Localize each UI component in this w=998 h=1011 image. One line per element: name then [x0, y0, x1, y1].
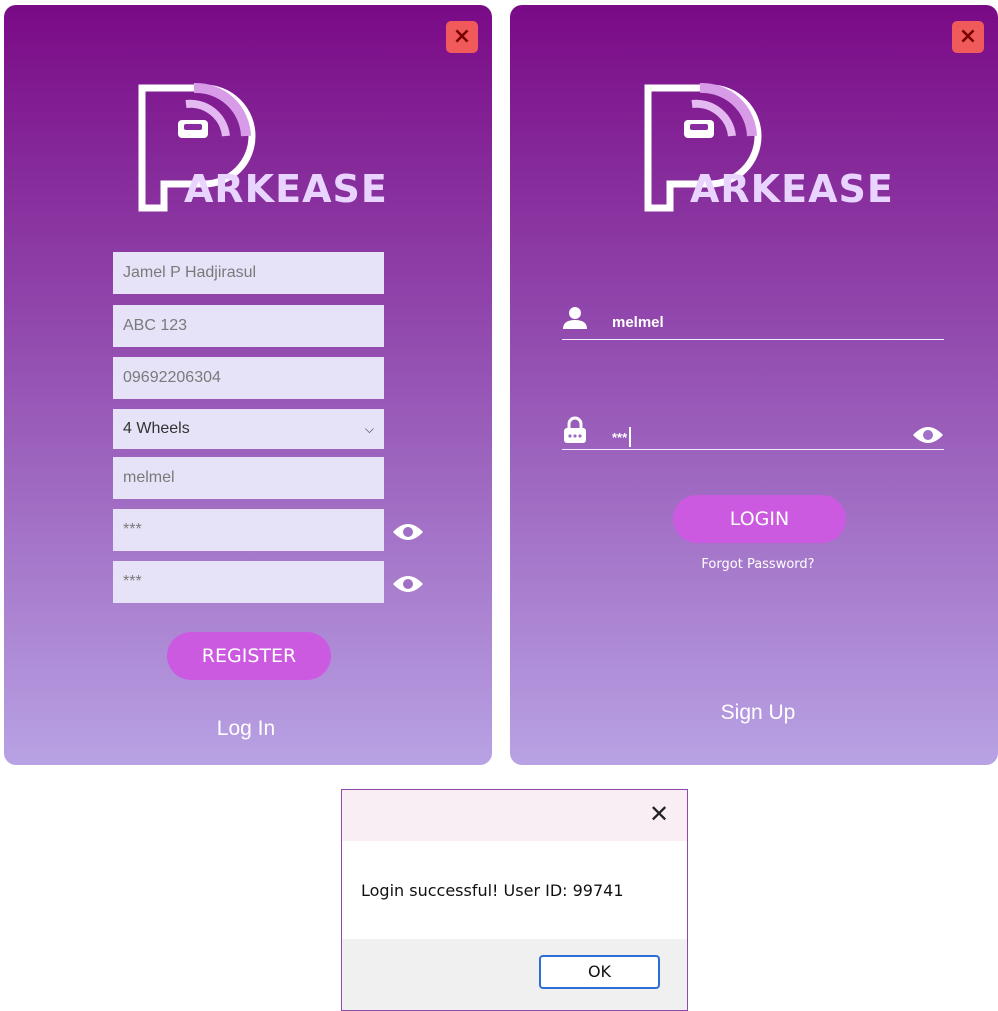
chevron-down-icon: ⌵	[364, 421, 374, 436]
eye-icon[interactable]	[392, 574, 424, 594]
parkease-logo: ARKEASE	[640, 80, 893, 220]
message-dialog: ✕ Login successful! User ID: 99741 OK	[341, 789, 688, 1011]
dialog-titlebar: ✕	[342, 790, 687, 841]
confirm-password-field[interactable]: ***	[113, 561, 384, 603]
vehicle-type-value: 4 Wheels	[123, 420, 190, 437]
ok-button[interactable]: OK	[539, 955, 660, 989]
password-mask: ***	[612, 430, 628, 445]
register-panel: × ARKEASE Jamel P Hadjirasul ABC 123 096…	[4, 5, 492, 765]
register-username-field[interactable]: melmel	[113, 457, 384, 499]
user-icon	[563, 307, 587, 329]
dialog-message: Login successful! User ID: 99741	[361, 881, 624, 900]
login-username-input[interactable]: melmel	[562, 303, 944, 340]
plate-number-field[interactable]: ABC 123	[113, 305, 384, 347]
login-link[interactable]: Log In	[146, 718, 346, 739]
login-username-value: melmel	[612, 314, 664, 331]
login-close-button[interactable]: ×	[952, 21, 984, 53]
forgot-password-link[interactable]: Forgot Password?	[658, 558, 858, 571]
lock-icon	[564, 416, 586, 443]
logo-wordmark: ARKEASE	[184, 167, 388, 211]
register-password-field[interactable]: ***	[113, 509, 384, 551]
login-panel: × ARKEASE melmel *** LOGIN Forgot Passwo…	[510, 5, 998, 765]
login-password-input[interactable]: ***	[562, 411, 944, 450]
eye-icon[interactable]	[392, 522, 424, 542]
register-close-button[interactable]: ×	[446, 21, 478, 53]
login-password-value: ***	[612, 427, 632, 447]
signup-link[interactable]: Sign Up	[658, 702, 858, 723]
phone-number-field[interactable]: 09692206304	[113, 357, 384, 399]
login-button[interactable]: LOGIN	[673, 495, 846, 543]
text-caret	[629, 427, 632, 447]
dialog-close-button[interactable]: ✕	[647, 802, 671, 826]
dialog-footer: OK	[342, 939, 687, 1010]
parkease-logo: ARKEASE	[134, 80, 387, 220]
eye-icon[interactable]	[912, 425, 944, 445]
full-name-field[interactable]: Jamel P Hadjirasul	[113, 252, 384, 294]
logo-wordmark: ARKEASE	[690, 167, 894, 211]
vehicle-type-select[interactable]: 4 Wheels ⌵	[113, 409, 384, 449]
register-button[interactable]: REGISTER	[167, 632, 331, 680]
